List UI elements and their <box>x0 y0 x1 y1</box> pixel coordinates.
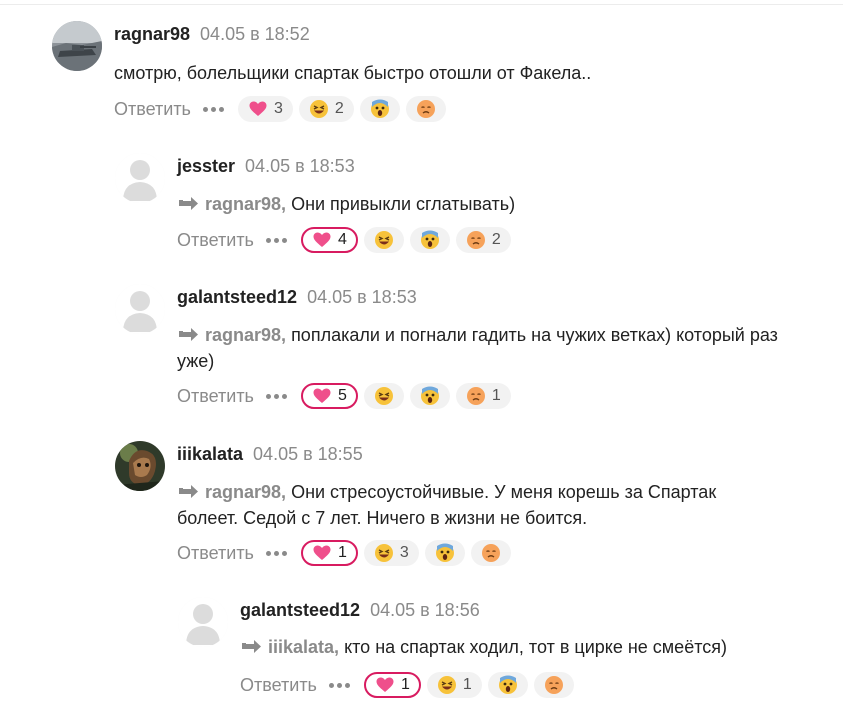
comment-actions: Ответить 3 2 <box>114 95 452 123</box>
reaction-count: 1 <box>462 676 472 693</box>
reaction-heart[interactable]: 1 <box>300 540 358 566</box>
reaction-count: 2 <box>491 231 501 248</box>
reply-to-user[interactable]: ragnar98, <box>205 482 286 502</box>
more-dots-icon[interactable] <box>265 550 287 556</box>
reaction-sad[interactable]: 1 <box>455 383 511 409</box>
reply-to-user[interactable]: iiikalata, <box>268 637 339 657</box>
reply-to-user[interactable]: ragnar98, <box>205 194 286 214</box>
reaction-sad[interactable] <box>470 540 511 566</box>
more-dots-icon[interactable] <box>328 682 350 688</box>
reaction-shock[interactable] <box>409 227 450 253</box>
comment-body: ragnar98, Они стресоустойчивые. У меня к… <box>177 479 777 531</box>
comment-time[interactable]: 04.05 в 18:53 <box>307 287 417 307</box>
shocked-emoji-icon <box>498 675 517 694</box>
reaction-shock[interactable] <box>424 540 465 566</box>
author-name[interactable]: ragnar98 <box>114 24 190 44</box>
comment-body: ragnar98, поплакали и погнали гадить на … <box>177 322 797 374</box>
reply-arrow-icon <box>179 197 198 210</box>
more-dots-icon[interactable] <box>265 393 287 399</box>
default-avatar-icon[interactable] <box>178 597 228 647</box>
comment-actions: Ответить 1 1 <box>240 671 580 699</box>
default-avatar-icon[interactable] <box>115 284 165 334</box>
shocked-emoji-icon <box>370 99 389 118</box>
reaction-shock[interactable] <box>409 383 450 409</box>
shocked-emoji-icon <box>420 230 439 249</box>
heart-emoji-icon <box>376 677 394 692</box>
comment-actions: Ответить 5 1 <box>177 382 517 410</box>
reaction-count: 3 <box>399 544 409 561</box>
reaction-count: 2 <box>334 100 344 117</box>
reaction-heart[interactable]: 4 <box>300 227 358 253</box>
reaction-laugh[interactable]: 2 <box>298 96 354 122</box>
reaction-heart[interactable]: 5 <box>300 383 358 409</box>
reply-arrow-icon <box>242 640 261 653</box>
sad-emoji-icon <box>466 231 485 249</box>
sad-emoji-icon <box>481 544 500 562</box>
reply-arrow-icon <box>179 328 198 341</box>
reaction-count: 1 <box>400 676 410 693</box>
comment-time[interactable]: 04.05 в 18:55 <box>253 444 363 464</box>
shocked-emoji-icon <box>420 386 439 405</box>
reply-to-user[interactable]: ragnar98, <box>205 325 286 345</box>
comment-text: смотрю, болельщики спартак быстро отошли… <box>114 63 592 83</box>
shocked-emoji-icon <box>435 543 454 562</box>
comment-time[interactable]: 04.05 в 18:53 <box>245 156 355 176</box>
sad-emoji-icon <box>466 387 485 405</box>
comment-actions: Ответить 1 3 <box>177 539 517 567</box>
reaction-shock[interactable] <box>487 672 528 698</box>
reaction-shock[interactable] <box>359 96 400 122</box>
heart-emoji-icon <box>313 545 331 560</box>
avatar[interactable] <box>115 441 165 491</box>
reaction-count: 5 <box>337 387 347 404</box>
more-dots-icon[interactable] <box>265 237 287 243</box>
author-name[interactable]: galantsteed12 <box>177 287 297 307</box>
reaction-heart[interactable]: 1 <box>363 672 421 698</box>
reaction-count: 3 <box>273 100 283 117</box>
reaction-count: 1 <box>337 544 347 561</box>
laughing-emoji-icon <box>374 544 393 562</box>
reaction-laugh[interactable]: 3 <box>363 540 419 566</box>
avatar[interactable] <box>52 21 102 71</box>
comment-text: Они привыкли сглатывать) <box>291 194 516 214</box>
comment-time[interactable]: 04.05 в 18:52 <box>200 24 310 44</box>
reaction-sad[interactable] <box>405 96 446 122</box>
reaction-laugh[interactable] <box>363 227 404 253</box>
heart-emoji-icon <box>313 388 331 403</box>
author-name[interactable]: jesster <box>177 156 235 176</box>
reaction-laugh[interactable] <box>363 383 404 409</box>
reaction-sad[interactable]: 2 <box>455 227 511 253</box>
reaction-heart[interactable]: 3 <box>237 96 293 122</box>
reply-button[interactable]: Ответить <box>240 675 317 696</box>
reaction-sad[interactable] <box>533 672 574 698</box>
reply-button[interactable]: Ответить <box>177 386 254 407</box>
comment-text: кто на спартак ходил, тот в цирке не сме… <box>344 637 727 657</box>
comment-body: iiikalata, кто на спартак ходил, тот в ц… <box>240 634 830 660</box>
sad-emoji-icon <box>416 100 435 118</box>
reaction-count: 4 <box>337 231 347 248</box>
reply-arrow-icon <box>179 485 198 498</box>
comment-time[interactable]: 04.05 в 18:56 <box>370 600 480 620</box>
sad-emoji-icon <box>544 676 563 694</box>
default-avatar-icon[interactable] <box>115 153 165 203</box>
laughing-emoji-icon <box>374 231 393 249</box>
reaction-count: 1 <box>491 387 501 404</box>
comment-actions: Ответить 4 2 <box>177 226 517 254</box>
reaction-laugh[interactable]: 1 <box>426 672 482 698</box>
heart-emoji-icon <box>313 232 331 247</box>
reply-button[interactable]: Ответить <box>177 543 254 564</box>
laughing-emoji-icon <box>309 100 328 118</box>
reply-button[interactable]: Ответить <box>177 230 254 251</box>
author-name[interactable]: galantsteed12 <box>240 600 360 620</box>
author-name[interactable]: iiikalata <box>177 444 243 464</box>
comment-body: ragnar98, Они привыкли сглатывать) <box>177 191 807 217</box>
reply-button[interactable]: Ответить <box>114 99 191 120</box>
heart-emoji-icon <box>249 101 267 116</box>
more-dots-icon[interactable] <box>202 106 224 112</box>
laughing-emoji-icon <box>374 387 393 405</box>
top-divider <box>0 4 843 5</box>
laughing-emoji-icon <box>437 676 456 694</box>
